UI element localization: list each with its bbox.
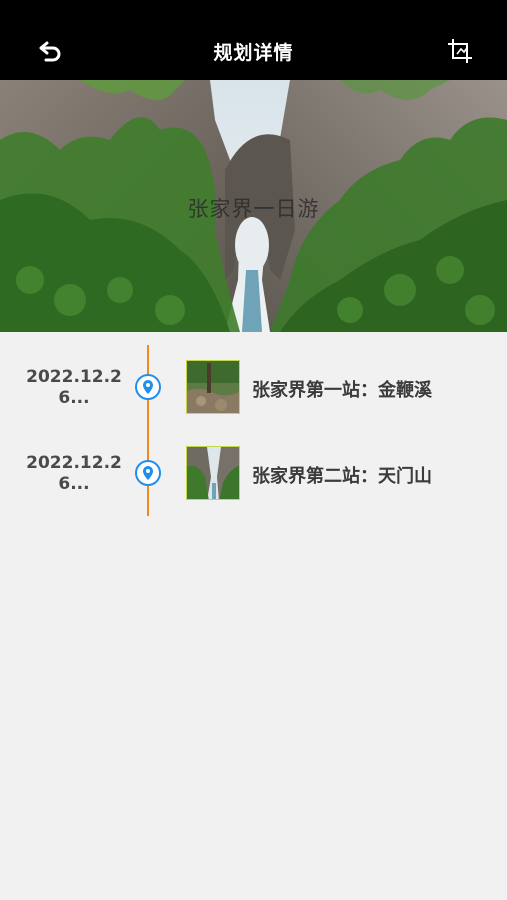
stream-scenery-image — [187, 361, 239, 413]
top-bar: 规划详情 — [0, 0, 507, 80]
mountain-arch-image — [187, 447, 239, 499]
crop-button[interactable] — [445, 36, 475, 66]
stop-name: 张家界第一站：金鞭溪 — [252, 380, 432, 401]
hero-banner: 张家界一日游 — [0, 80, 507, 332]
location-pin-icon — [135, 460, 161, 486]
page-title: 规划详情 — [213, 42, 294, 64]
stop-date: 2022.12.2 6... — [26, 367, 122, 408]
location-pin-icon — [135, 374, 161, 400]
stop-name: 张家界第二站：天门山 — [252, 466, 432, 487]
crop-icon — [448, 39, 472, 63]
timeline-item[interactable]: 2022.12.2 6... 张家界第一站：金鞭溪 — [0, 352, 507, 422]
plan-title: 张家界一日游 — [187, 197, 320, 221]
stop-date: 2022.12.2 6... — [26, 453, 122, 494]
timeline-item[interactable]: 2022.12.2 6... 张家界第二站：天门山 — [0, 438, 507, 508]
stop-thumbnail[interactable] — [186, 360, 240, 414]
stop-thumbnail[interactable] — [186, 446, 240, 500]
